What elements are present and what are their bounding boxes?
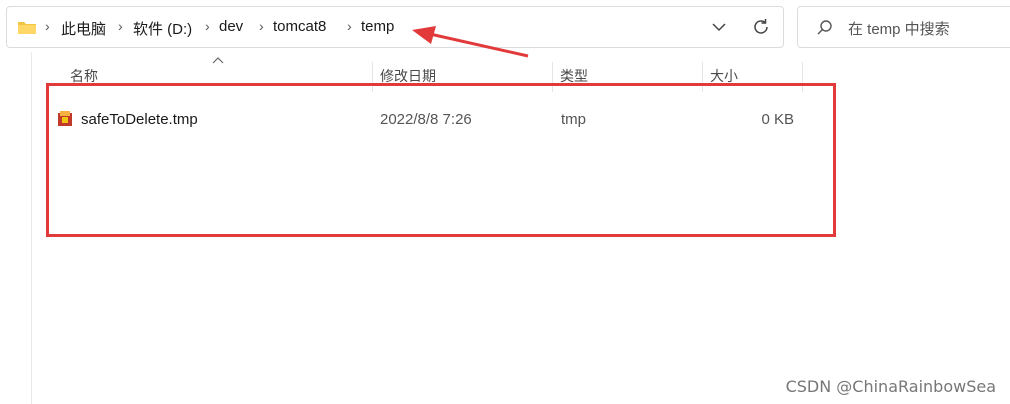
breadcrumb-dev[interactable]: dev bbox=[219, 18, 243, 35]
sort-ascending-icon bbox=[212, 57, 224, 64]
folder-icon bbox=[18, 22, 36, 34]
nav-pane-divider[interactable] bbox=[31, 52, 32, 404]
refresh-icon[interactable] bbox=[749, 15, 773, 39]
chevron-right-icon[interactable]: › bbox=[347, 18, 352, 34]
breadcrumb-temp[interactable]: temp bbox=[361, 18, 394, 35]
chevron-right-icon[interactable]: › bbox=[259, 18, 264, 34]
chevron-right-icon[interactable]: › bbox=[118, 18, 123, 34]
search-icon bbox=[817, 20, 832, 35]
search-input[interactable]: 在 temp 中搜索 bbox=[797, 6, 1010, 48]
chevron-down-icon[interactable] bbox=[707, 15, 731, 39]
breadcrumb-drive-d[interactable]: 软件 (D:) bbox=[133, 18, 192, 39]
watermark: CSDN @ChinaRainbowSea bbox=[785, 377, 996, 396]
annotation-arrow-icon bbox=[412, 26, 529, 58]
chevron-right-icon: › bbox=[45, 18, 50, 34]
breadcrumb-tomcat8[interactable]: tomcat8 bbox=[273, 18, 326, 35]
address-bar[interactable]: › 此电脑 › 软件 (D:) › dev › tomcat8 › temp bbox=[6, 6, 784, 48]
search-placeholder: 在 temp 中搜索 bbox=[848, 21, 950, 38]
annotation-highlight-box bbox=[46, 83, 836, 237]
breadcrumb-this-pc[interactable]: 此电脑 bbox=[61, 18, 106, 39]
chevron-right-icon[interactable]: › bbox=[205, 18, 210, 34]
